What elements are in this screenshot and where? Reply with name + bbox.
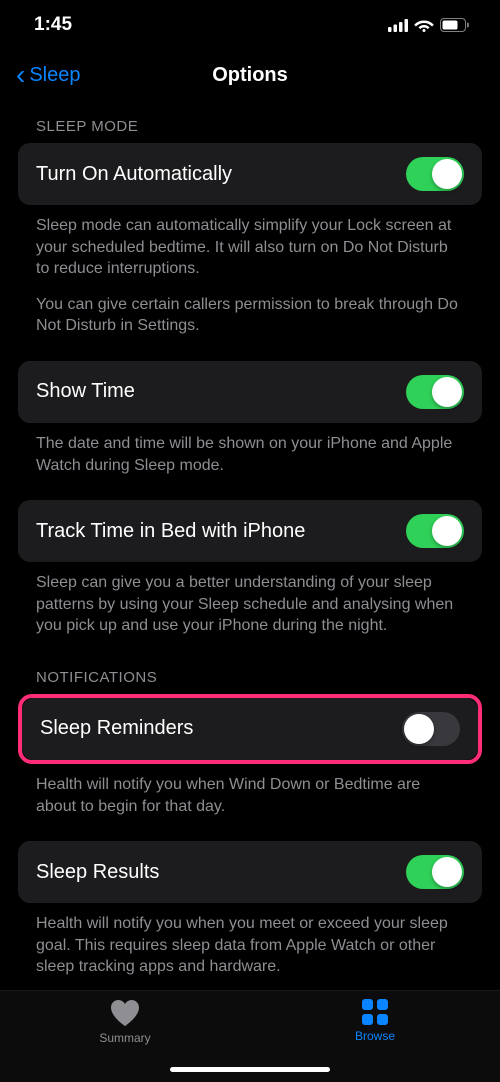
tab-bar: Summary Browse	[0, 990, 500, 1082]
toggle-knob	[432, 377, 462, 407]
nav-bar: ‹ Sleep Options	[0, 50, 500, 100]
back-button[interactable]: ‹ Sleep	[16, 61, 80, 89]
back-label: Sleep	[29, 64, 80, 87]
setting-track-time-in-bed: Track Time in Bed with iPhone	[18, 500, 482, 562]
toggle-knob	[432, 516, 462, 546]
setting-description: Health will notify you when you meet or …	[18, 903, 482, 992]
setting-label: Turn On Automatically	[36, 163, 232, 186]
setting-description: Sleep mode can automatically simplify yo…	[18, 205, 482, 294]
page-title: Options	[212, 64, 288, 87]
home-indicator[interactable]	[170, 1067, 330, 1072]
toggle-turn-on-automatically[interactable]	[406, 157, 464, 191]
toggle-knob	[432, 159, 462, 189]
status-bar: 1:45	[0, 0, 500, 50]
section-header-sleep-mode: SLEEP MODE	[18, 118, 482, 135]
setting-sleep-reminders: Sleep Reminders	[22, 698, 478, 760]
content: SLEEP MODE Turn On Automatically Sleep m…	[0, 100, 500, 1002]
setting-description: Health will notify you when Wind Down or…	[18, 764, 482, 831]
toggle-track-time-in-bed[interactable]	[406, 514, 464, 548]
cellular-icon	[388, 19, 408, 32]
setting-sleep-results: Sleep Results	[18, 841, 482, 903]
toggle-sleep-results[interactable]	[406, 855, 464, 889]
setting-label: Show Time	[36, 380, 135, 403]
toggle-show-time[interactable]	[406, 375, 464, 409]
setting-turn-on-automatically: Turn On Automatically	[18, 143, 482, 205]
setting-description: Sleep can give you a better understandin…	[18, 562, 482, 651]
setting-label: Track Time in Bed with iPhone	[36, 520, 305, 543]
toggle-knob	[432, 857, 462, 887]
highlighted-row: Sleep Reminders	[18, 694, 482, 764]
chevron-left-icon: ‹	[16, 61, 25, 89]
tab-label: Browse	[355, 1029, 395, 1043]
toggle-knob	[404, 714, 434, 744]
battery-icon	[440, 18, 470, 32]
status-time: 1:45	[34, 14, 72, 36]
wifi-icon	[414, 18, 434, 32]
tab-label: Summary	[99, 1031, 150, 1045]
grid-icon	[362, 999, 388, 1025]
setting-label: Sleep Reminders	[40, 717, 193, 740]
toggle-sleep-reminders[interactable]	[402, 712, 460, 746]
section-header-notifications: NOTIFICATIONS	[18, 669, 482, 686]
status-icons	[388, 18, 470, 32]
setting-description: The date and time will be shown on your …	[18, 423, 482, 490]
heart-icon	[110, 999, 140, 1027]
setting-description: You can give certain callers permission …	[18, 294, 482, 351]
setting-label: Sleep Results	[36, 861, 159, 884]
setting-show-time: Show Time	[18, 361, 482, 423]
